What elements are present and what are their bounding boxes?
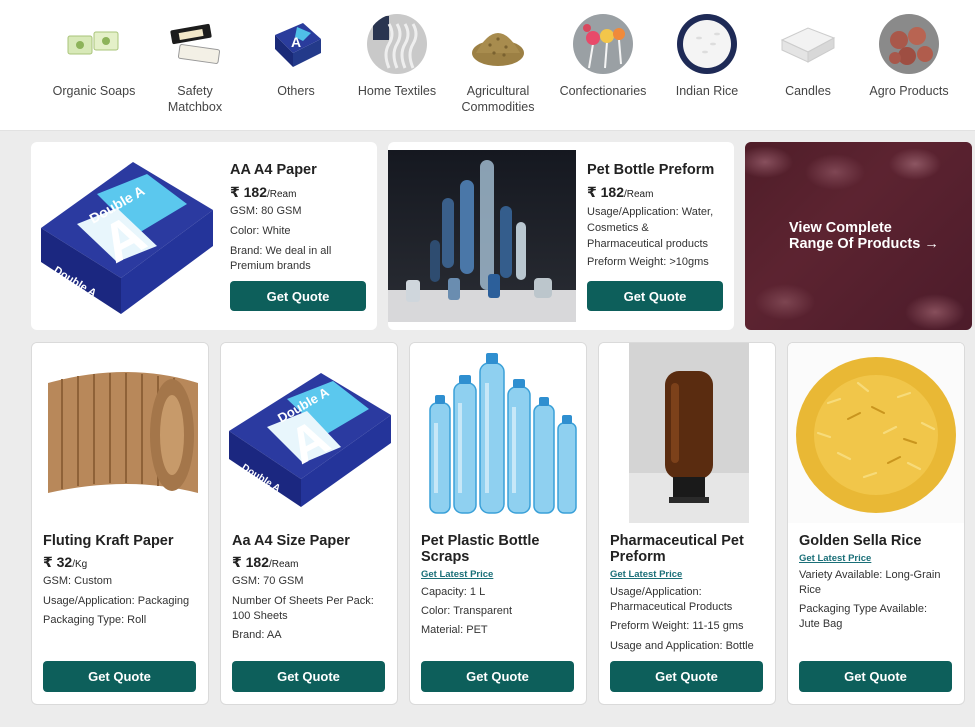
product-title[interactable]: Golden Sella Rice — [799, 533, 922, 549]
spec-brand: Brand: AA — [232, 629, 282, 641]
spec-gsm: GSM: Custom — [43, 575, 113, 587]
get-quote-button[interactable]: Get Quote — [43, 661, 196, 692]
spec-usage: Usage/Application: Pharmaceutical Produc… — [610, 586, 733, 613]
spec-gsm: GSM: 80 GSM — [230, 205, 302, 217]
featured-card-aa-a4-paper: Double A A Double A AA A4 Paper ₹ 182/Re… — [31, 142, 377, 330]
category-label: Candles — [785, 84, 831, 98]
price-value: ₹ 32 — [43, 554, 73, 570]
category-agricultural-commodities[interactable]: Agricultural Commodities — [446, 14, 550, 115]
grain-icon — [468, 14, 528, 74]
onion-icon — [879, 14, 939, 74]
product-title[interactable]: Pet Plastic Bottle Scraps — [421, 533, 581, 565]
kraft-paper-image[interactable] — [32, 343, 208, 523]
golden-rice-image[interactable] — [788, 343, 964, 523]
spec-brand: Brand: We deal in all Premium brands — [230, 245, 332, 272]
svg-text:A: A — [291, 34, 301, 50]
price-unit: /Ream — [624, 189, 654, 200]
spec-color: Color: Transparent — [421, 605, 513, 617]
paper-ream-icon: A — [266, 14, 326, 74]
spec-capacity: Capacity: 1 L — [421, 586, 486, 598]
rice-icon — [677, 14, 737, 74]
product-price: ₹ 182/Ream — [230, 184, 296, 201]
view-complete-range-link[interactable]: View Complete Range Of Products → — [745, 142, 972, 330]
category-safety-matchbox[interactable]: Safety Matchbox — [143, 14, 247, 115]
product-card-fluting-kraft-paper: Fluting Kraft Paper ₹ 32/Kg GSM: Custom … — [31, 342, 209, 705]
product-title[interactable]: Pharmaceutical Pet Preform — [610, 533, 770, 565]
product-price: ₹ 182/Ream — [232, 554, 298, 571]
product-title[interactable]: Pet Bottle Preform — [587, 162, 714, 178]
featured-card-pet-bottle-preform: Pet Bottle Preform ₹ 182/Ream Usage/Appl… — [388, 142, 734, 330]
get-quote-button[interactable]: Get Quote — [610, 661, 763, 692]
product-card-golden-sella-rice: Golden Sella Rice Get Latest Price Varie… — [787, 342, 965, 705]
category-label: Indian Rice — [675, 84, 739, 98]
candle-icon — [778, 14, 838, 74]
spec-preform-weight: Preform Weight: >10gms — [587, 256, 709, 268]
candy-icon — [573, 14, 633, 74]
preform-image[interactable] — [388, 150, 576, 322]
product-card-aa-a4-size-paper: Double A A Double A Aa A4 Size Paper ₹ 1… — [220, 342, 398, 705]
paper-ream-image[interactable]: Double A A Double A — [221, 343, 397, 523]
category-indian-rice[interactable]: Indian Rice — [655, 14, 759, 99]
product-price: ₹ 32/Kg — [43, 554, 87, 571]
spec-variety: Variety Available: Long-Grain Rice — [799, 569, 941, 596]
view-complete-range-text: View Complete Range Of Products → — [789, 220, 939, 252]
spec-usage-application: Usage and Application: Bottle — [610, 640, 754, 652]
matchbox-icon — [165, 14, 225, 74]
category-others[interactable]: A Others — [244, 14, 348, 99]
category-home-textiles[interactable]: Home Textiles — [345, 14, 449, 99]
category-label: Organic Soaps — [52, 84, 136, 98]
category-label: Agricultural Commodities — [461, 84, 535, 114]
paper-ream-image[interactable]: Double A A Double A — [37, 154, 221, 320]
get-quote-button[interactable]: Get Quote — [232, 661, 385, 692]
amber-bottle-image[interactable] — [599, 343, 775, 523]
product-price: ₹ 182/Ream — [587, 184, 653, 201]
category-candles[interactable]: Candles — [756, 14, 860, 99]
category-organic-soaps[interactable]: Organic Soaps — [42, 14, 146, 99]
spec-color: Color: White — [230, 225, 291, 237]
get-quote-button[interactable]: Get Quote — [421, 661, 574, 692]
category-label: Agro Products — [869, 84, 949, 98]
get-latest-price-link[interactable]: Get Latest Price — [421, 569, 493, 580]
price-unit: /Ream — [269, 559, 299, 570]
category-agro-products[interactable]: Agro Products — [857, 14, 961, 99]
spec-sheets-per-pack: Number Of Sheets Per Pack: 100 Sheets — [232, 595, 374, 622]
price-value: ₹ 182 — [230, 184, 267, 200]
product-title[interactable]: AA A4 Paper — [230, 162, 317, 178]
price-value: ₹ 182 — [587, 184, 624, 200]
product-title[interactable]: Aa A4 Size Paper — [232, 533, 350, 549]
price-unit: /Ream — [267, 189, 297, 200]
category-label: Others — [277, 84, 315, 98]
spec-preform-weight: Preform Weight: 11-15 gms — [610, 620, 744, 632]
price-unit: /Kg — [72, 559, 88, 570]
get-quote-button[interactable]: Get Quote — [587, 281, 723, 311]
soap-icon — [64, 14, 124, 74]
arrow-right-icon: → — [924, 236, 939, 252]
product-card-pet-plastic-bottle-scraps: Pet Plastic Bottle Scraps Get Latest Pri… — [409, 342, 587, 705]
get-latest-price-link[interactable]: Get Latest Price — [610, 569, 682, 580]
category-label: Safety Matchbox — [167, 84, 223, 114]
spec-gsm: GSM: 70 GSM — [232, 575, 304, 587]
spec-material: Material: PET — [421, 624, 488, 636]
spec-packaging-type: Packaging Type: Roll — [43, 614, 147, 626]
category-bar: Organic Soaps Safety Matchbox A Others H… — [0, 0, 975, 131]
get-latest-price-link[interactable]: Get Latest Price — [799, 553, 871, 564]
view-line-2: Range Of Products — [789, 236, 921, 252]
spec-packaging-type: Packaging Type Available: Jute Bag — [799, 603, 928, 630]
category-label: Home Textiles — [357, 84, 437, 98]
product-card-pharmaceutical-pet-preform: Pharmaceutical Pet Preform Get Latest Pr… — [598, 342, 776, 705]
spec-usage: Usage/Application: Water, Cosmetics & Ph… — [587, 206, 714, 250]
product-title[interactable]: Fluting Kraft Paper — [43, 533, 174, 549]
get-quote-button[interactable]: Get Quote — [799, 661, 952, 692]
price-value: ₹ 182 — [232, 554, 269, 570]
plastic-bottles-image[interactable] — [410, 343, 586, 523]
category-confectionaries[interactable]: Confectionaries — [551, 14, 655, 99]
textile-icon — [367, 14, 427, 74]
get-quote-button[interactable]: Get Quote — [230, 281, 366, 311]
spec-usage: Usage/Application: Packaging — [43, 595, 190, 607]
category-label: Confectionaries — [559, 84, 647, 98]
view-line-1: View Complete — [789, 220, 892, 236]
